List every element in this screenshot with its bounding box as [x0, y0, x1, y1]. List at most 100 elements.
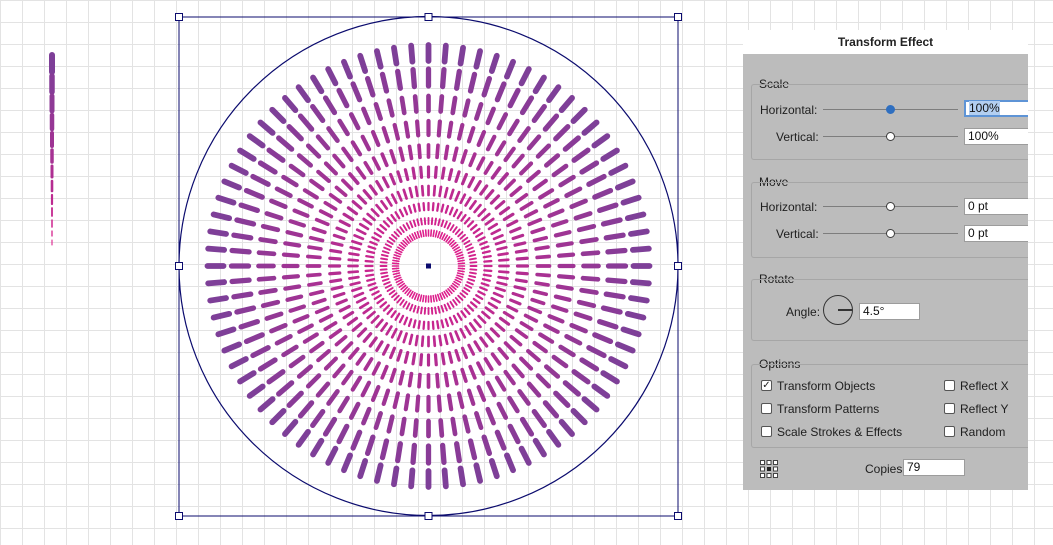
- radial-dash: [452, 314, 459, 324]
- radial-dash: [403, 168, 410, 182]
- radial-dash: [454, 296, 461, 304]
- move-group: [751, 182, 1028, 258]
- radial-dash: [592, 332, 614, 345]
- radial-dash: [532, 340, 548, 354]
- reflect-x-checkbox[interactable]: [944, 380, 955, 391]
- radial-dash: [446, 222, 452, 230]
- radial-dash: [477, 236, 486, 242]
- move-horizontal-slider-thumb[interactable]: [886, 202, 895, 211]
- radial-dash: [456, 254, 464, 258]
- radial-dash: [341, 146, 354, 163]
- selection-handle[interactable]: [175, 512, 183, 520]
- radial-dash: [408, 467, 416, 490]
- radial-dash: [579, 357, 600, 372]
- radial-dash: [535, 272, 551, 278]
- scale-horizontal-slider-thumb[interactable]: [886, 105, 895, 114]
- radial-dash: [375, 318, 384, 329]
- radial-dash: [489, 327, 501, 338]
- move-horizontal-input[interactable]: 0 pt: [964, 198, 1028, 215]
- selection-handle[interactable]: [175, 262, 183, 270]
- radial-dash: [460, 213, 467, 222]
- radial-dash: [476, 156, 486, 171]
- radial-dash: [523, 209, 539, 219]
- radial-dash: [382, 220, 391, 228]
- radial-dash: [407, 144, 414, 161]
- angle-dial-icon[interactable]: [823, 295, 853, 325]
- radial-dash: [398, 146, 405, 162]
- radial-dash: [310, 408, 326, 429]
- radial-dash: [487, 301, 499, 310]
- radial-dash: [507, 118, 520, 137]
- move-vertical-slider-thumb[interactable]: [886, 229, 895, 238]
- radial-dash: [468, 253, 477, 258]
- move-vertical-input[interactable]: 0 pt: [964, 225, 1028, 242]
- angle-input[interactable]: 4.5°: [859, 303, 920, 320]
- radial-dash: [586, 173, 607, 187]
- radial-dash: [207, 228, 229, 237]
- radial-dash: [431, 202, 435, 212]
- radial-dash: [264, 311, 284, 321]
- radial-dash: [260, 223, 281, 233]
- radial-dash: [357, 52, 369, 74]
- radial-dash: [452, 226, 458, 233]
- radial-dash: [459, 233, 466, 240]
- radial-dash: [454, 190, 461, 202]
- copies-input[interactable]: 79: [903, 459, 965, 476]
- radial-dash: [276, 135, 295, 152]
- transform-objects-checkbox[interactable]: ✓: [761, 380, 772, 391]
- radial-dash: [305, 373, 322, 389]
- radial-dash: [477, 208, 487, 218]
- radial-dash: [432, 229, 435, 238]
- radial-dash: [484, 306, 495, 315]
- radial-dash: [386, 216, 394, 225]
- radial-dash: [351, 200, 363, 210]
- scale-vertical-label: Vertical:: [776, 130, 819, 144]
- radial-dash: [334, 185, 348, 198]
- radial-dash: [381, 343, 390, 356]
- scale-strokes-checkbox[interactable]: [761, 426, 772, 437]
- radial-dash: [355, 166, 367, 180]
- radial-dash: [436, 202, 440, 212]
- center-point: [426, 263, 431, 269]
- scale-horizontal-input[interactable]: 100%: [964, 100, 1028, 117]
- radial-dash: [399, 416, 407, 437]
- radial-dash: [576, 223, 597, 233]
- reference-point-locator-icon[interactable]: [760, 460, 778, 478]
- selection-handle[interactable]: [175, 13, 183, 21]
- radial-dash: [288, 304, 307, 313]
- artboard-canvas[interactable]: [0, 0, 740, 545]
- selection-handle[interactable]: [674, 512, 682, 520]
- radial-dash: [221, 178, 243, 191]
- radial-dash: [485, 106, 496, 126]
- selection-handle[interactable]: [674, 262, 682, 270]
- radial-dash: [534, 245, 550, 251]
- radial-dash: [551, 163, 569, 178]
- scale-vertical-slider-thumb[interactable]: [886, 132, 895, 141]
- radial-dash: [551, 354, 569, 369]
- radial-dash: [494, 140, 507, 157]
- radial-dash: [258, 287, 278, 295]
- radial-dash: [346, 206, 359, 216]
- random-checkbox[interactable]: [944, 426, 955, 437]
- radial-dash: [370, 384, 381, 403]
- scale-vertical-input[interactable]: 100%: [964, 128, 1028, 145]
- radial-dash: [310, 437, 325, 458]
- selection-handle[interactable]: [674, 13, 682, 21]
- radial-dash: [454, 228, 461, 236]
- radial-dash: [475, 294, 484, 301]
- radial-dash: [315, 134, 331, 151]
- selection-handle[interactable]: [424, 13, 433, 21]
- radial-dash: [318, 313, 334, 323]
- transform-patterns-checkbox[interactable]: [761, 403, 772, 414]
- radial-dash: [361, 106, 372, 126]
- radial-dash: [463, 307, 471, 316]
- radial-dash: [362, 189, 373, 200]
- radial-dash: [456, 391, 465, 410]
- reflect-y-checkbox[interactable]: [944, 403, 955, 414]
- radial-dash: [507, 395, 520, 414]
- radial-dash: [371, 361, 381, 376]
- radial-dash: [420, 335, 425, 348]
- selection-handle[interactable]: [424, 512, 433, 520]
- radial-dash: [229, 247, 252, 255]
- radial-dash: [419, 294, 423, 302]
